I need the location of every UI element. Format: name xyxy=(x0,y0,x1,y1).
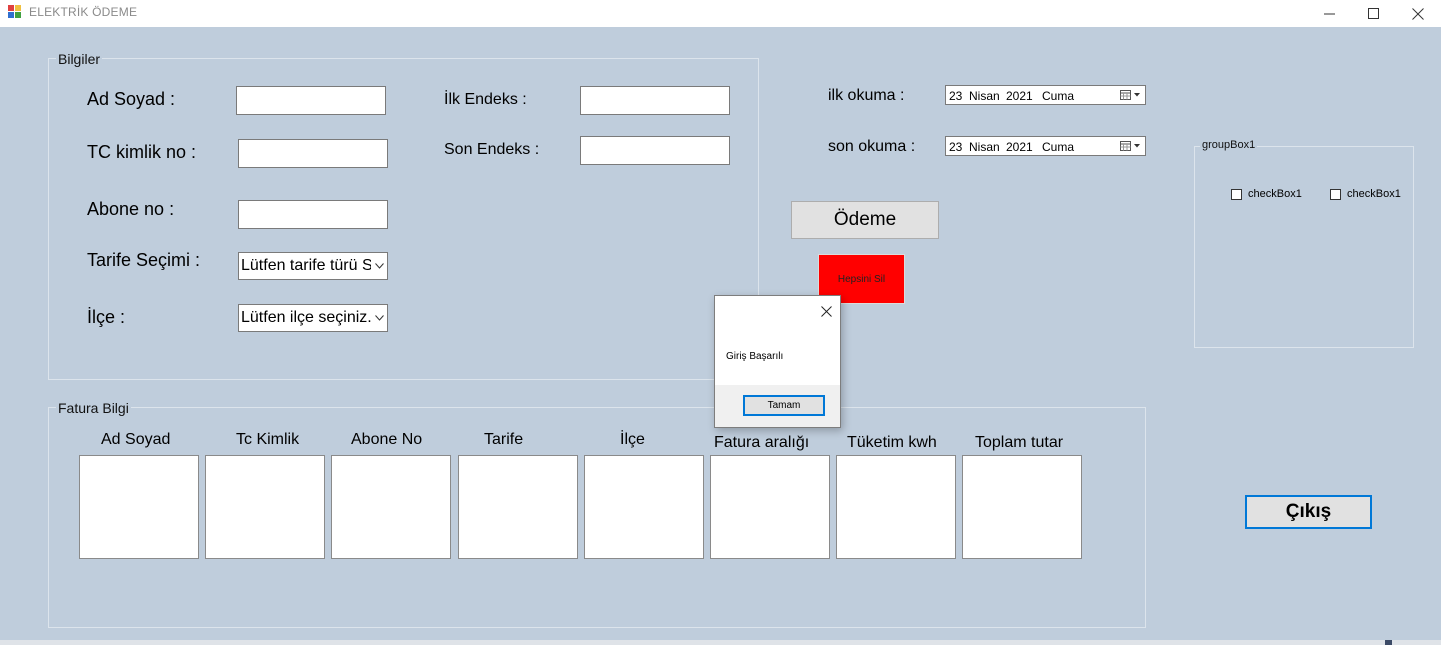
checkbox-1a-label: checkBox1 xyxy=(1248,188,1302,200)
tuketim-kwh-output xyxy=(836,455,956,559)
tamam-button[interactable]: Tamam xyxy=(743,395,825,416)
ad-soyad-label: Ad Soyad : xyxy=(87,89,176,109)
groupbox1 xyxy=(1194,146,1414,348)
dialog-message: Giriş Başarılı xyxy=(726,351,784,362)
message-box-dialog: Giriş Başarılı Tamam xyxy=(714,295,841,428)
son-okuma-label: son okuma : xyxy=(828,138,916,155)
checkbox-1a-box[interactable] xyxy=(1231,188,1242,200)
ad-soyad-input[interactable] xyxy=(236,86,386,115)
fatura-bilgi-legend: Fatura Bilgi xyxy=(56,400,131,416)
son-endeks-input[interactable] xyxy=(580,136,730,165)
ilce-selected-value: Lütfen ilçe seçiniz. xyxy=(241,309,372,326)
ilk-endeks-input[interactable] xyxy=(580,86,730,115)
ilce-dropdown-arrow[interactable] xyxy=(371,305,387,331)
ilk-okuma-label: ilk okuma : xyxy=(828,87,905,104)
son-okuma-weekday: Cuma xyxy=(1042,140,1075,154)
bottom-edge-marker xyxy=(1385,640,1392,645)
bilgiler-legend: Bilgiler xyxy=(56,51,103,67)
maximize-button[interactable] xyxy=(1350,0,1396,27)
ilce-label: İlçe : xyxy=(87,307,126,327)
checkbox-1b[interactable]: checkBox1 xyxy=(1330,188,1401,200)
tarife-secimi-label: Tarife Seçimi : xyxy=(87,250,201,270)
close-icon xyxy=(1412,7,1424,20)
maximize-icon xyxy=(1367,8,1379,19)
son-okuma-calendar-button[interactable] xyxy=(1120,140,1142,155)
bottom-edge xyxy=(0,640,1441,645)
app-icon xyxy=(8,5,22,19)
col-header-tc-kimlik: Tc Kimlik xyxy=(236,431,300,448)
col-header-toplam-tutar: Toplam tutar xyxy=(975,434,1064,451)
ilk-okuma-datepicker[interactable]: 23 Nisan 2021 Cuma xyxy=(945,85,1146,105)
ilk-okuma-year: 2021 xyxy=(1006,89,1033,103)
ilk-okuma-weekday: Cuma xyxy=(1042,89,1075,103)
odeme-button[interactable]: Ödeme xyxy=(791,201,939,239)
son-okuma-datepicker[interactable]: 23 Nisan 2021 Cuma xyxy=(945,136,1146,156)
col-header-tuketim-kwh: Tüketim kwh xyxy=(847,434,937,451)
chevron-down-icon xyxy=(374,315,384,321)
col-header-ilce: İlçe xyxy=(620,431,645,448)
close-icon xyxy=(820,305,832,317)
col-header-fatura-araligi: Fatura aralığı xyxy=(714,434,810,451)
ilk-okuma-month: Nisan xyxy=(969,89,1000,103)
tc-kimlik-input[interactable] xyxy=(238,139,388,168)
ilce-output xyxy=(584,455,704,559)
ilk-endeks-label: İlk Endeks : xyxy=(444,91,527,108)
window-title: ELEKTRİK ÖDEME xyxy=(29,5,138,19)
abone-no-input[interactable] xyxy=(238,200,388,229)
fatura-araligi-output xyxy=(710,455,830,559)
son-okuma-month: Nisan xyxy=(969,140,1000,154)
son-endeks-label: Son Endeks : xyxy=(444,141,540,158)
ilk-okuma-calendar-button[interactable] xyxy=(1120,89,1142,104)
groupbox1-legend: groupBox1 xyxy=(1200,139,1258,151)
abone-no-output xyxy=(331,455,451,559)
tc-kimlik-output xyxy=(205,455,325,559)
checkbox-1a[interactable]: checkBox1 xyxy=(1231,188,1302,200)
close-window-button[interactable] xyxy=(1395,0,1441,27)
chevron-down-icon xyxy=(374,263,384,269)
son-okuma-year: 2021 xyxy=(1006,140,1033,154)
calendar-dropdown-icon xyxy=(1120,90,1140,100)
minimize-button[interactable] xyxy=(1306,0,1352,27)
col-header-ad-soyad: Ad Soyad xyxy=(101,431,171,448)
minimize-icon xyxy=(1323,13,1335,15)
ad-soyad-output xyxy=(79,455,199,559)
col-header-tarife: Tarife xyxy=(484,431,524,448)
dialog-close-button[interactable] xyxy=(817,302,835,320)
checkbox-1b-label: checkBox1 xyxy=(1347,188,1401,200)
toplam-tutar-output xyxy=(962,455,1082,559)
calendar-dropdown-icon xyxy=(1120,141,1140,151)
ilce-select[interactable]: Lütfen ilçe seçiniz. xyxy=(238,304,388,332)
title-bar: ELEKTRİK ÖDEME xyxy=(0,0,1441,27)
tarife-output xyxy=(458,455,578,559)
tc-kimlik-label: TC kimlik no : xyxy=(87,142,197,162)
tarife-select[interactable]: Lütfen tarife türü Seçiniz xyxy=(238,252,388,280)
tarife-selected-value: Lütfen tarife türü Seçiniz xyxy=(241,257,387,274)
son-okuma-day: 23 xyxy=(949,140,963,154)
abone-no-label: Abone no : xyxy=(87,199,175,219)
ilk-okuma-day: 23 xyxy=(949,89,963,103)
cikis-button[interactable]: Çıkış xyxy=(1245,495,1372,529)
checkbox-1b-box[interactable] xyxy=(1330,188,1341,200)
col-header-abone-no: Abone No xyxy=(351,431,423,448)
tarife-dropdown-arrow[interactable] xyxy=(371,253,387,279)
